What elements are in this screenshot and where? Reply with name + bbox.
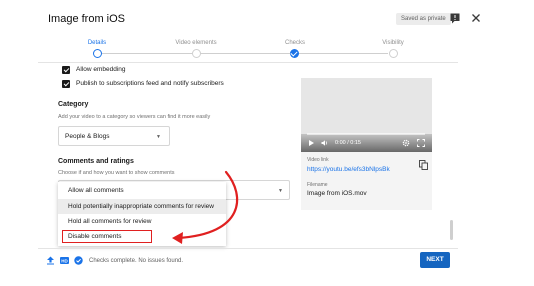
annotation-arrow	[172, 170, 239, 244]
